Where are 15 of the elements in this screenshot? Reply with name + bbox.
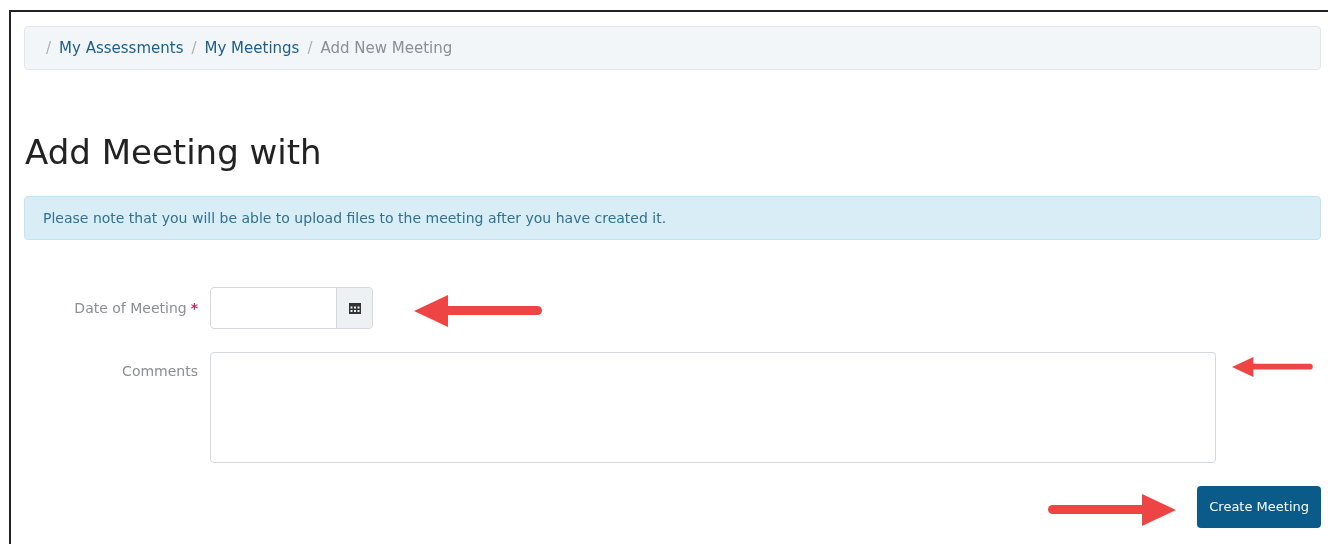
breadcrumb-current: Add New Meeting: [320, 37, 453, 59]
field-label: Date of Meeting: [74, 299, 187, 316]
info-alert: Please note that you will be able to upload files to the meeting after you have created it.: [24, 196, 1321, 240]
create-meeting-button[interactable]: Create Meeting: [1197, 486, 1321, 528]
calendar-icon[interactable]: [348, 302, 361, 314]
field-label: Comments: [122, 363, 198, 379]
breadcrumb-separator: /: [191, 37, 197, 59]
breadcrumb-link[interactable]: My Assessments: [59, 36, 184, 60]
required-mark: *: [190, 299, 198, 316]
breadcrumb-separator: /: [307, 37, 313, 59]
comments-field[interactable]: [210, 352, 1216, 463]
breadcrumb-separator: /: [46, 37, 52, 59]
date-field[interactable]: [210, 287, 373, 329]
page-heading: Add Meeting with: [25, 132, 323, 172]
breadcrumb-link[interactable]: My Meetings: [204, 36, 300, 60]
